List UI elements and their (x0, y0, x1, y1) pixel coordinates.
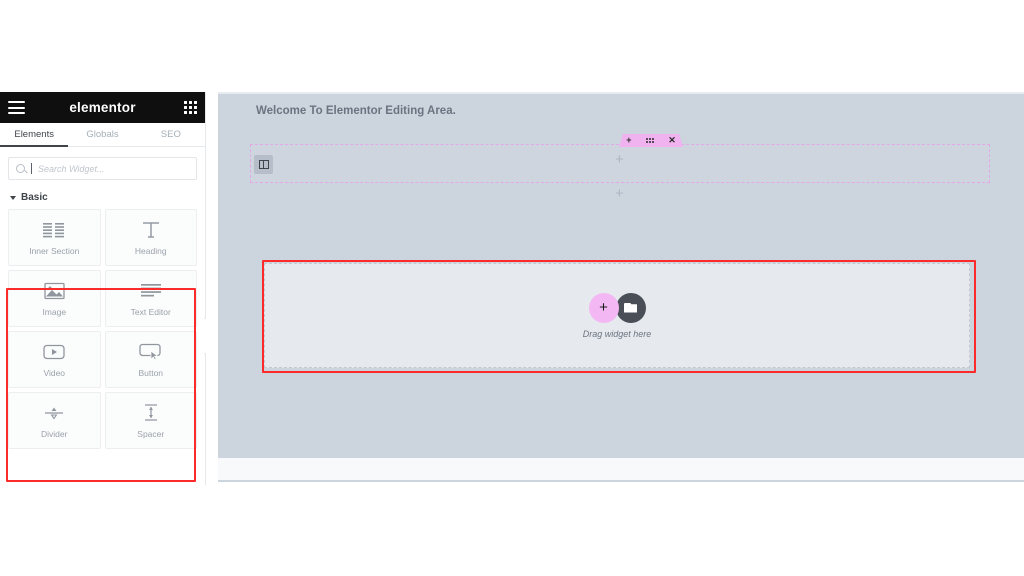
panel-header: elementor (0, 92, 205, 123)
hamburger-menu-icon[interactable] (8, 101, 25, 114)
widget-category-label: Basic (21, 192, 48, 203)
widget-text-editor[interactable]: Text Editor (104, 270, 197, 327)
widget-grid: Inner Section Heading Image Text Editor … (0, 207, 205, 457)
widget-category-basic[interactable]: Basic (0, 186, 205, 207)
widget-video[interactable]: Video (8, 331, 101, 388)
add-widget-icon[interactable]: + (588, 292, 619, 323)
tab-seo[interactable]: SEO (137, 123, 205, 146)
grid-apps-icon[interactable] (184, 101, 197, 114)
video-play-icon (43, 342, 65, 362)
elementor-logo-text: elementor (69, 100, 136, 115)
add-element-marker-bottom[interactable]: + (615, 186, 624, 201)
column-layout-icon[interactable] (254, 155, 273, 174)
widget-label: Divider (41, 428, 68, 439)
caret-down-icon (10, 195, 16, 200)
widget-label: Heading (134, 245, 167, 256)
folder-template-icon[interactable] (615, 292, 646, 323)
tab-elements[interactable]: Elements (0, 123, 69, 147)
spacer-icon (140, 403, 162, 423)
text-editor-icon (140, 281, 162, 301)
elementor-left-panel: elementor Elements Globals SEO Search Wi… (0, 92, 206, 485)
drop-area-hint: Drag widget here (582, 328, 652, 339)
widget-spacer[interactable]: Spacer (104, 392, 197, 449)
widget-drop-area[interactable]: + Drag widget here (264, 263, 970, 368)
button-cursor-icon (139, 342, 162, 362)
image-icon (44, 281, 65, 301)
add-element-marker-top[interactable]: + (615, 152, 624, 167)
widget-label: Video (43, 367, 66, 378)
panel-tabs: Elements Globals SEO (0, 123, 205, 147)
tab-globals[interactable]: Globals (68, 123, 136, 146)
delete-section-icon[interactable]: ✕ (668, 136, 676, 145)
canvas-top-divider (218, 92, 1024, 94)
widget-label: Inner Section (29, 245, 80, 256)
section-toolbar: + ✕ (619, 134, 683, 147)
welcome-heading: Welcome To Elementor Editing Area. (256, 105, 456, 117)
drop-area-buttons: + (588, 292, 646, 323)
drag-section-handle-icon[interactable] (645, 138, 654, 143)
widget-label: Text Editor (130, 306, 171, 317)
divider-icon (43, 403, 65, 423)
widget-label: Button (138, 367, 164, 378)
search-placeholder: Search Widget... (38, 163, 105, 174)
canvas-footer-strip (218, 458, 1024, 482)
search-wrapper: Search Widget... (0, 147, 205, 186)
widget-label: Spacer (137, 428, 165, 439)
add-section-icon[interactable]: + (626, 136, 631, 145)
widget-image[interactable]: Image (8, 270, 101, 327)
text-caret (31, 163, 32, 174)
search-input[interactable]: Search Widget... (8, 157, 197, 180)
editor-canvas: Welcome To Elementor Editing Area. + ✕ +… (218, 92, 1024, 458)
editor-window: elementor Elements Globals SEO Search Wi… (0, 0, 1024, 576)
heading-text-icon (141, 220, 161, 240)
widget-label: Image (42, 306, 67, 317)
widget-divider[interactable]: Divider (8, 392, 101, 449)
widget-inner-section[interactable]: Inner Section (8, 209, 101, 266)
widget-button[interactable]: Button (104, 331, 197, 388)
inner-section-icon (43, 220, 65, 240)
search-icon (16, 164, 25, 173)
panel-canvas-gutter (206, 92, 218, 485)
widget-heading[interactable]: Heading (104, 209, 197, 266)
